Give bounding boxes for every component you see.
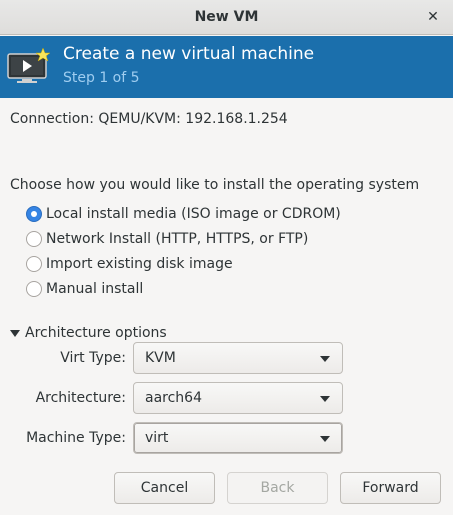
- wizard-step: Step 1 of 5: [63, 70, 140, 86]
- radio-label: Manual install: [46, 281, 144, 297]
- expander-arrow-icon: [10, 329, 20, 337]
- expander-label: Architecture options: [25, 325, 167, 341]
- chevron-down-icon: [320, 396, 330, 402]
- chevron-down-icon: [320, 356, 330, 362]
- radio-label: Import existing disk image: [46, 256, 233, 272]
- radio-label: Local install media (ISO image or CDROM): [46, 206, 341, 222]
- radio-button[interactable]: [26, 231, 42, 247]
- machine-type-select[interactable]: virt: [133, 422, 343, 454]
- radio-local-install[interactable]: Local install media (ISO image or CDROM): [26, 204, 341, 224]
- close-icon[interactable]: ✕: [425, 9, 441, 25]
- virt-type-value: KVM: [145, 350, 176, 366]
- radio-button[interactable]: [26, 256, 42, 272]
- architecture-select[interactable]: aarch64: [133, 382, 343, 414]
- install-question: Choose how you would like to install the…: [10, 177, 420, 193]
- wizard-header: Create a new virtual machine Step 1 of 5: [0, 36, 453, 98]
- virt-type-label: Virt Type:: [60, 350, 126, 366]
- architecture-options-expander[interactable]: Architecture options: [10, 324, 167, 342]
- radio-label: Network Install (HTTP, HTTPS, or FTP): [46, 231, 309, 247]
- radio-import-disk[interactable]: Import existing disk image: [26, 254, 233, 274]
- connection-label: Connection: QEMU/KVM: 192.168.1.254: [10, 111, 288, 127]
- vm-monitor-icon: [7, 47, 51, 83]
- title-bar: New VM ✕: [0, 0, 453, 35]
- wizard-title: Create a new virtual machine: [63, 44, 315, 64]
- machine-type-label: Machine Type:: [26, 430, 126, 446]
- window-title: New VM: [194, 9, 259, 25]
- forward-button[interactable]: Forward: [340, 472, 441, 504]
- machine-type-value: virt: [145, 430, 169, 446]
- radio-network-install[interactable]: Network Install (HTTP, HTTPS, or FTP): [26, 229, 308, 249]
- architecture-value: aarch64: [145, 390, 202, 406]
- chevron-down-icon: [320, 436, 330, 442]
- radio-button[interactable]: [26, 281, 42, 297]
- virt-type-select[interactable]: KVM: [133, 342, 343, 374]
- radio-button-checked[interactable]: [26, 206, 42, 222]
- cancel-button[interactable]: Cancel: [114, 472, 215, 504]
- architecture-label: Architecture:: [35, 390, 126, 406]
- radio-manual-install[interactable]: Manual install: [26, 279, 143, 299]
- back-button[interactable]: Back: [227, 472, 328, 504]
